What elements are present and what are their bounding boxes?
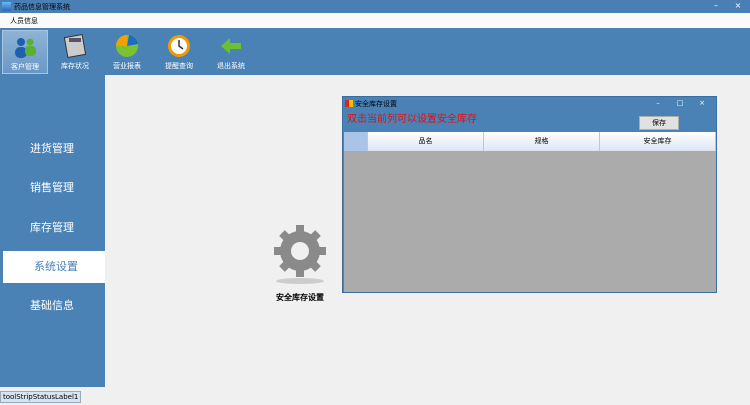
toolbar-label: 客户管理 xyxy=(11,63,39,71)
dialog-title: 安全库存设置 xyxy=(355,100,397,108)
calculator-icon xyxy=(63,34,87,58)
toolbar-label: 营业报表 xyxy=(113,62,141,70)
toolbar-reminder-button[interactable]: 提醒查询 xyxy=(156,30,202,74)
app-icon xyxy=(2,2,11,11)
sidebar-item-settings[interactable]: 系统设置 xyxy=(3,251,108,283)
menu-item-personnel[interactable]: 人员信息 xyxy=(10,16,38,26)
toolbar-exit-button[interactable]: 退出系统 xyxy=(208,30,254,74)
safety-stock-label[interactable]: 安全库存设置 xyxy=(262,292,338,303)
save-button[interactable]: 保存 xyxy=(639,116,679,130)
users-icon xyxy=(13,35,37,59)
toolbar-label: 库存状况 xyxy=(61,62,89,70)
dialog-maximize-button[interactable]: □ xyxy=(669,98,691,108)
column-header-safety-stock[interactable]: 安全库存 xyxy=(600,132,716,151)
dialog-minimize-button[interactable]: – xyxy=(647,98,669,108)
toolbar-label: 提醒查询 xyxy=(165,62,193,70)
toolbar-report-button[interactable]: 营业报表 xyxy=(104,30,150,74)
safety-stock-dialog: 安全库存设置 – □ × 双击当前列可以设置安全库存 保存 品名 规格 安全库存 xyxy=(342,96,717,293)
dialog-icon xyxy=(345,100,353,107)
title-bar: 药品信息管理系统 – × xyxy=(0,0,750,13)
toolbar-inventory-button[interactable]: 库存状况 xyxy=(52,30,98,74)
safety-stock-grid[interactable]: 品名 规格 安全库存 xyxy=(344,132,716,292)
dialog-hint: 双击当前列可以设置安全库存 xyxy=(347,114,477,125)
window-title: 药品信息管理系统 xyxy=(14,2,70,11)
close-button[interactable]: × xyxy=(728,0,748,11)
clock-icon xyxy=(167,34,191,58)
gear-icon[interactable] xyxy=(268,223,332,285)
sidebar-item-basic-info[interactable]: 基础信息 xyxy=(0,290,105,322)
status-label: toolStripStatusLabel1 xyxy=(0,391,82,403)
row-header-corner[interactable] xyxy=(344,132,368,151)
sidebar-item-sales[interactable]: 销售管理 xyxy=(0,172,105,204)
back-arrow-icon xyxy=(219,34,243,58)
minimize-button[interactable]: – xyxy=(706,0,726,11)
column-header-spec[interactable]: 规格 xyxy=(484,132,600,151)
toolbar-customer-button[interactable]: 客户管理 xyxy=(2,30,48,74)
toolbar-label: 退出系统 xyxy=(217,62,245,70)
toolbar: 客户管理 库存状况 营业报表 提醒查询 退出系统 xyxy=(0,28,750,75)
pie-chart-icon xyxy=(115,34,139,58)
sidebar: 进货管理 销售管理 库存管理 系统设置 基础信息 xyxy=(0,75,108,387)
column-header-name[interactable]: 品名 xyxy=(368,132,484,151)
menu-bar: 人员信息 xyxy=(0,13,750,28)
status-bar: toolStripStatusLabel1 xyxy=(0,390,750,405)
sidebar-item-stock[interactable]: 库存管理 xyxy=(0,212,105,244)
dialog-close-button[interactable]: × xyxy=(691,98,713,108)
sidebar-item-purchase[interactable]: 进货管理 xyxy=(0,133,105,165)
